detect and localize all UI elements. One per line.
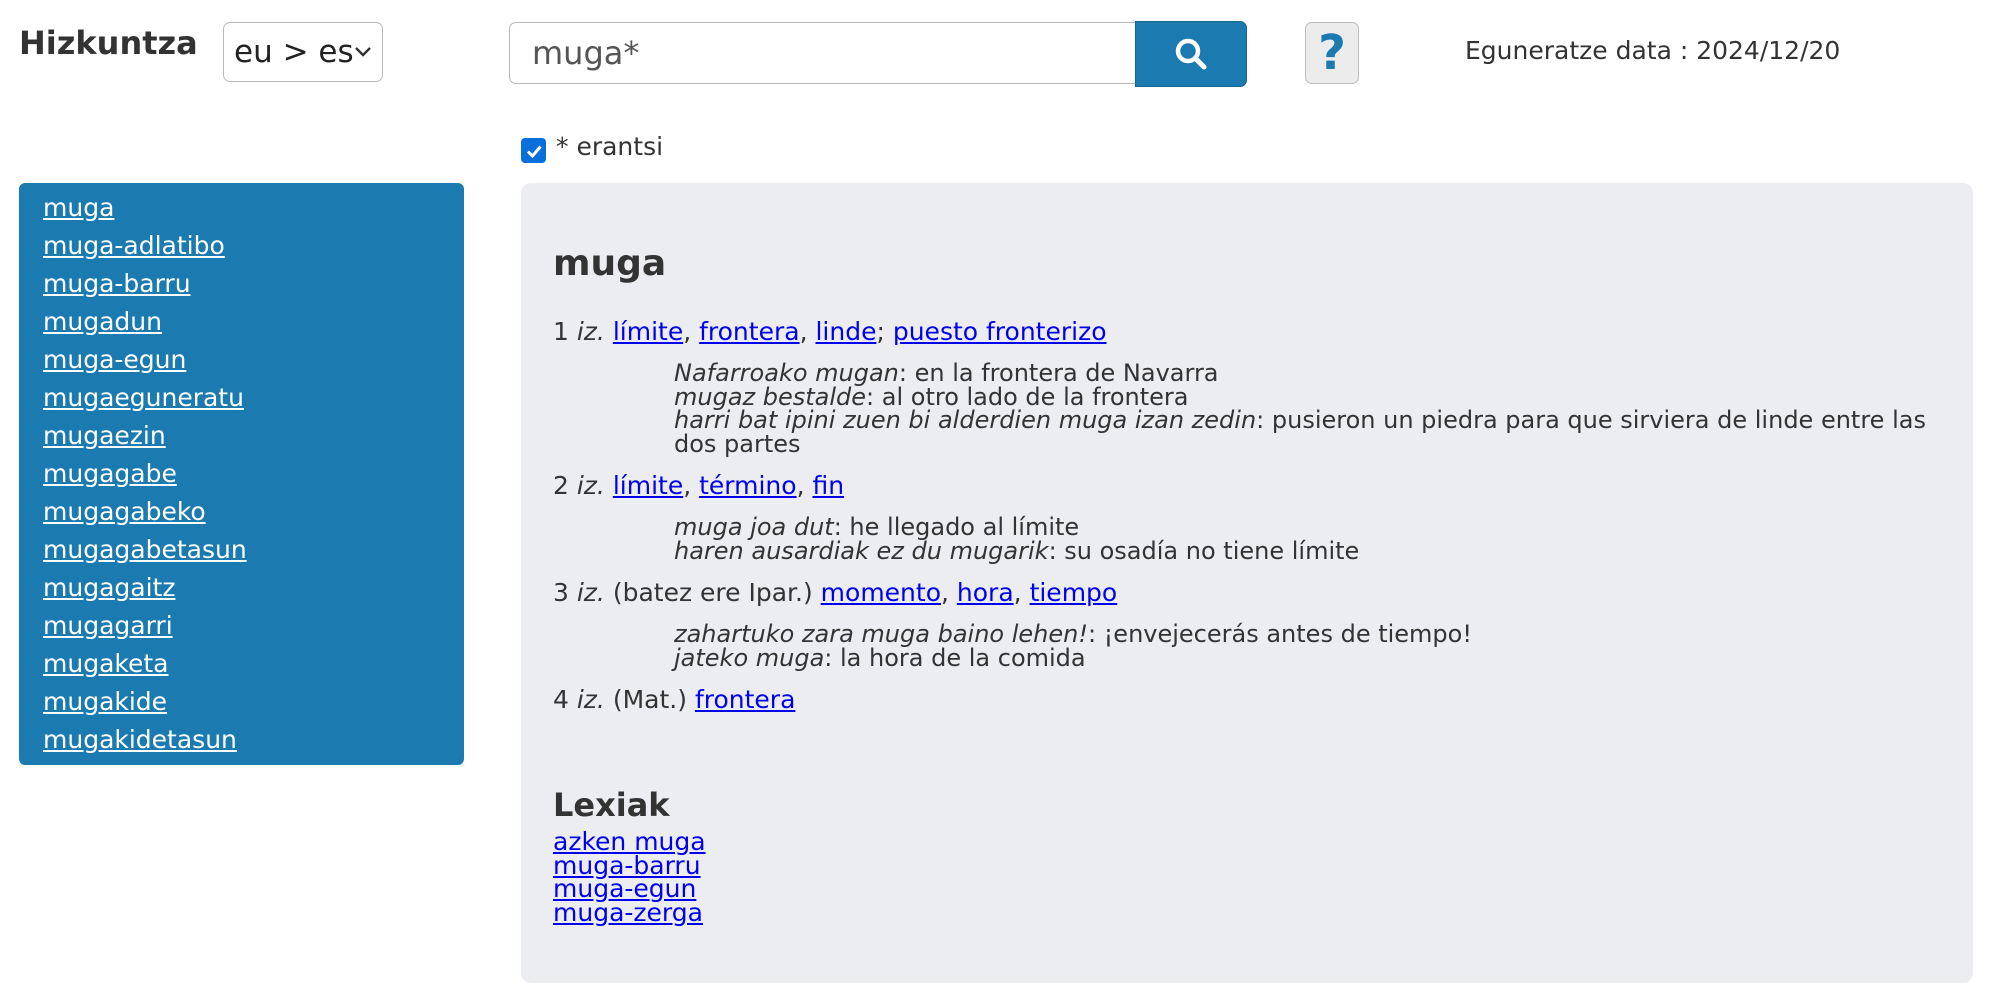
sense-number: 2 [553,471,569,500]
sense-number: 1 [553,317,569,346]
translation-link[interactable]: término [699,471,796,500]
sidebar-word-link[interactable]: mugagabetasun [43,531,464,569]
chevron-down-icon [355,47,371,57]
example-line: haren ausardiak ez du mugarik: su osadía… [674,536,1941,565]
suffix-checkbox-row[interactable]: * erantsi [521,130,663,163]
sidebar-word-link[interactable]: mugakide [43,683,464,721]
lexiak-title: Lexiak [553,786,670,824]
language-select[interactable]: eu > es [223,22,383,82]
suffix-checkbox-label: * erantsi [556,132,664,161]
example-line: harri bat ipini zuen bi alderdien muga i… [674,408,1941,456]
entry-panel: muga 1 iz. límite, frontera, linde; pues… [521,183,1973,983]
translation-link[interactable]: fin [812,471,844,500]
usage-note: (batez ere Ipar.) [612,578,813,607]
sense-number: 3 [553,578,569,607]
example-spanish: : ¡envejecerás antes de tiempo! [1087,620,1472,648]
sidebar-word-link[interactable]: mugaeguneratu [43,379,464,417]
lexia-link[interactable]: muga-zerga [553,900,1941,924]
lexia-link[interactable]: muga-egun [553,876,1941,900]
separator: , [683,471,700,500]
suffix-checkbox[interactable] [521,138,546,163]
separator: , [796,471,813,500]
sense-line: 1 iz. límite, frontera, linde; puesto fr… [553,316,1941,348]
headword-title: muga [553,243,667,284]
example-block: zahartuko zara muga baino lehen!: ¡envej… [674,620,1941,672]
sidebar-word-link[interactable]: muga-barru [43,265,464,303]
part-of-speech: iz. [576,317,605,346]
sidebar-word-link[interactable]: mugadun [43,303,464,341]
translation-link[interactable]: límite [613,317,683,346]
part-of-speech: iz. [576,471,605,500]
check-icon [526,145,542,158]
sidebar-word-link[interactable]: muga-egun [43,341,464,379]
search-input[interactable] [509,22,1137,84]
sidebar-word-link[interactable]: muga-adlatibo [43,227,464,265]
example-spanish: : su osadía no tiene límite [1048,536,1360,565]
word-list-sidebar[interactable]: muga muga-adlatibo muga-barru mugadun muga-e… [19,183,464,765]
sense-line: 3 iz. (batez ere Ipar.) momento, hora, t… [553,577,1941,609]
sense-list: 1 iz. límite, frontera, linde; puesto fr… [553,316,1941,734]
language-select-value: eu > es [234,34,354,70]
sense-line: 4 iz. (Mat.) frontera [553,684,1941,716]
help-button[interactable]: ? [1305,22,1359,84]
language-label: Hizkuntza [19,24,198,62]
translation-link[interactable]: límite [613,471,683,500]
part-of-speech: iz. [576,578,605,607]
example-block: muga joa dut: he llegado al límite haren … [674,515,1941,565]
sense-number: 4 [553,685,569,714]
lexia-link[interactable]: muga-barru [553,853,1941,877]
part-of-speech: iz. [576,685,605,714]
lexia-link[interactable]: azken muga [553,829,1941,853]
search-button[interactable] [1135,21,1247,87]
example-basque: jateko muga [674,643,825,672]
example-spanish: : la hora de la comida [824,643,1086,672]
translation-link[interactable]: tiempo [1030,578,1118,607]
usage-note: (Mat.) [612,685,687,714]
separator: , [1013,578,1030,607]
translation-link[interactable]: momento [821,578,941,607]
example-line: jateko muga: la hora de la comida [674,643,1941,672]
sidebar-word-link[interactable]: mugaketa [43,645,464,683]
search-icon [1175,38,1207,70]
sidebar-word-link[interactable]: mugakizun [43,759,464,765]
sidebar-word-link[interactable]: mugagaitz [43,569,464,607]
translation-link[interactable]: frontera [699,317,799,346]
sidebar-word-link[interactable]: mugagabeko [43,493,464,531]
update-date: Eguneratze data : 2024/12/20 [1465,36,1841,65]
sidebar-word-link[interactable]: mugagarri [43,607,464,645]
sidebar-word-link[interactable]: mugagabe [43,455,464,493]
separator: , [683,317,700,346]
separator: ; [876,317,893,346]
translation-link[interactable]: frontera [695,685,795,714]
example-basque: haren ausardiak ez du mugarik [674,536,1049,565]
sidebar-word-link[interactable]: mugakidetasun [43,721,464,759]
translation-link[interactable]: hora [957,578,1014,607]
sense-line: 2 iz. límite, término, fin [553,470,1941,502]
lexiak-list: azken muga muga-barru muga-egun muga-zerga [553,829,1941,924]
separator: , [941,578,957,607]
translation-link[interactable]: linde [815,317,876,346]
example-block: Nafarroako mugan: en la frontera de Nava… [674,361,1941,456]
sidebar-word-link[interactable]: muga [43,189,464,227]
separator: , [799,317,816,346]
sidebar-word-link[interactable]: mugaezin [43,417,464,455]
translation-link[interactable]: puesto fronterizo [893,317,1107,346]
